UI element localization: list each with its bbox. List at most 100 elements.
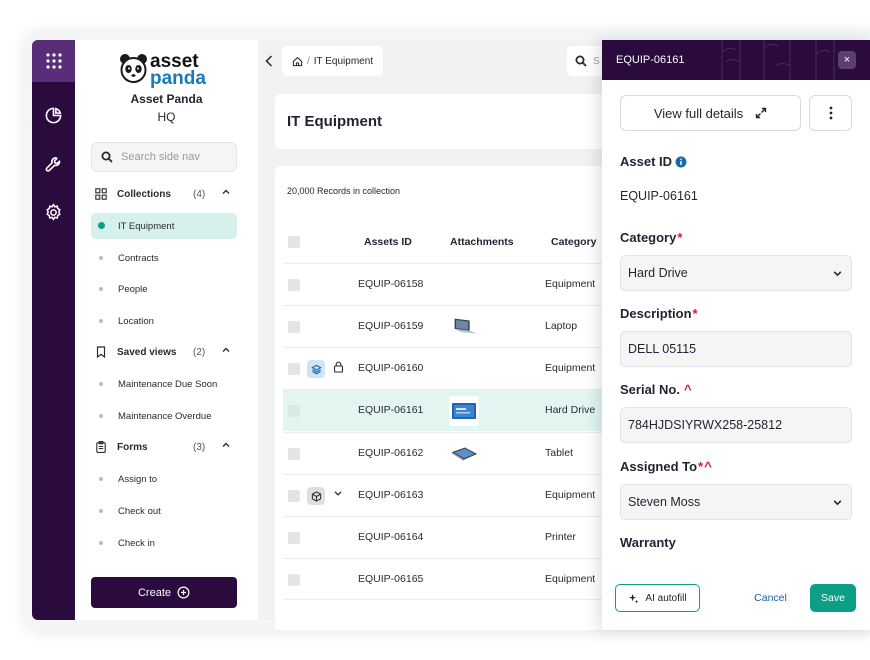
category-cell: Equipment xyxy=(545,573,596,585)
sidebar-item-assign-to[interactable]: Assign to xyxy=(91,466,237,492)
sidebar-item-location[interactable]: Location xyxy=(91,308,237,334)
assigned-to-label: Assigned To * ^ xyxy=(620,459,712,474)
row-badge[interactable] xyxy=(307,360,325,378)
sidebar-item-check-in[interactable]: Check in xyxy=(91,530,237,556)
hard-drive-image-icon xyxy=(452,403,476,419)
chevron-up-icon[interactable] xyxy=(221,345,231,355)
ai-autofill-label: AI autofill xyxy=(645,592,687,604)
chevron-up-icon[interactable] xyxy=(221,440,231,450)
category-cell: Printer xyxy=(545,531,576,543)
search-icon xyxy=(101,151,113,163)
chevron-down-icon[interactable] xyxy=(333,488,343,501)
column-header-assets-id[interactable]: Assets ID xyxy=(364,236,412,248)
side-nav-search[interactable]: Search side nav xyxy=(91,142,237,172)
breadcrumb-separator: / xyxy=(307,55,310,67)
row-badge[interactable] xyxy=(307,487,325,505)
side-nav: asset panda Asset Panda HQ Search side n… xyxy=(75,40,258,620)
layers-icon xyxy=(310,364,322,374)
description-field[interactable]: DELL 05115 xyxy=(620,331,852,367)
column-header-category[interactable]: Category xyxy=(551,236,597,248)
create-button[interactable]: Create xyxy=(91,577,237,608)
settings-button[interactable] xyxy=(43,202,63,222)
expand-icon xyxy=(755,107,767,119)
table-row[interactable]: EQUIP-06162 Tablet xyxy=(283,432,635,474)
asset-detail-drawer: EQUIP-06161 × View full details Asset ID… xyxy=(602,40,870,630)
org-location: HQ xyxy=(157,110,176,124)
select-all-checkbox[interactable] xyxy=(288,236,300,248)
serial-number-field[interactable]: 784HJDSIYRWX258-25812 xyxy=(620,407,852,443)
column-header-attachments[interactable]: Attachments xyxy=(450,236,514,248)
cancel-button[interactable]: Cancel xyxy=(748,584,793,612)
attachment-thumbnail[interactable] xyxy=(449,439,479,469)
sidebar-item-check-out[interactable]: Check out xyxy=(91,498,237,524)
close-drawer-button[interactable]: × xyxy=(838,51,856,69)
page-title-card: IT Equipment xyxy=(275,94,655,149)
asset-id-cell: EQUIP-06163 xyxy=(358,489,424,501)
page-title: IT Equipment xyxy=(287,113,382,130)
saved-views-section-header[interactable]: Saved views (2) xyxy=(95,343,241,361)
breadcrumb: / IT Equipment xyxy=(282,46,384,76)
laptop-image-icon xyxy=(454,318,478,334)
row-checkbox[interactable] xyxy=(288,532,300,544)
assigned-to-value: Steven Moss xyxy=(628,495,701,509)
info-icon[interactable] xyxy=(675,156,687,168)
app-rail xyxy=(32,40,75,620)
table-row[interactable]: EQUIP-06158 Equipment xyxy=(283,263,635,305)
save-button[interactable]: Save xyxy=(810,584,856,612)
attachment-thumbnail[interactable] xyxy=(449,396,479,426)
row-checkbox[interactable] xyxy=(288,490,300,502)
category-select[interactable]: Hard Drive xyxy=(620,255,852,291)
row-checkbox[interactable] xyxy=(288,448,300,460)
reports-button[interactable] xyxy=(43,105,63,125)
apps-grid-button[interactable] xyxy=(32,40,75,82)
chevron-up-icon[interactable] xyxy=(221,187,231,197)
row-checkbox[interactable] xyxy=(288,321,300,333)
create-button-label: Create xyxy=(137,586,172,599)
forms-section-header[interactable]: Forms (3) xyxy=(95,438,241,456)
pie-chart-icon xyxy=(45,107,61,123)
gear-icon xyxy=(45,202,61,221)
attachment-thumbnail[interactable] xyxy=(449,312,479,342)
drawer-footer: AI autofill Cancel Save xyxy=(602,572,870,630)
row-checkbox[interactable] xyxy=(288,363,300,375)
sidebar-item-people[interactable]: People xyxy=(91,276,237,302)
description-label: Description * xyxy=(620,306,698,321)
sidebar-item-it-equipment[interactable]: IT Equipment xyxy=(91,213,237,239)
description-value: DELL 05115 xyxy=(628,342,697,356)
table-row[interactable]: EQUIP-06160 Equipment xyxy=(283,347,635,389)
collections-section-header[interactable]: Collections (4) xyxy=(95,185,241,203)
table-row[interactable]: EQUIP-06159 Laptop xyxy=(283,305,635,347)
chevron-down-icon xyxy=(833,271,842,277)
more-options-button[interactable] xyxy=(809,95,852,131)
tools-button[interactable] xyxy=(43,154,63,174)
table-row[interactable]: EQUIP-06164 Printer xyxy=(283,516,635,558)
org-name: Asset Panda xyxy=(130,92,203,106)
sidebar-item-contracts[interactable]: Contracts xyxy=(91,245,237,271)
plus-circle-icon xyxy=(177,586,190,599)
forms-label: Forms xyxy=(117,441,148,453)
assets-table: 20,000 Records in collection Assets ID A… xyxy=(275,166,635,630)
row-checkbox[interactable] xyxy=(288,279,300,291)
table-row-selected[interactable]: EQUIP-06161 Hard Drive xyxy=(283,389,635,431)
box-icon xyxy=(311,490,321,502)
asset-id-cell: EQUIP-06164 xyxy=(358,531,424,543)
clipboard-icon xyxy=(96,441,106,453)
asset-id-label: Asset ID xyxy=(620,154,687,169)
sidebar-item-maintenance-overdue[interactable]: Maintenance Overdue xyxy=(91,403,237,429)
collections-count: (4) xyxy=(193,188,206,200)
assigned-to-select[interactable]: Steven Moss xyxy=(620,484,852,520)
breadcrumb-it-equipment[interactable]: IT Equipment xyxy=(314,56,373,67)
drawer-header: EQUIP-06161 × xyxy=(602,40,870,80)
asset-id-cell: EQUIP-06165 xyxy=(358,573,424,585)
collapse-nav-button[interactable] xyxy=(262,52,276,70)
forms-count: (3) xyxy=(193,441,206,453)
table-row[interactable]: EQUIP-06165 Equipment xyxy=(283,558,635,600)
row-checkbox[interactable] xyxy=(288,574,300,586)
view-full-details-button[interactable]: View full details xyxy=(620,95,801,131)
ai-autofill-button[interactable]: AI autofill xyxy=(615,584,700,612)
home-icon[interactable] xyxy=(292,56,303,67)
row-checkbox[interactable] xyxy=(288,405,300,417)
table-row[interactable]: EQUIP-06163 Equipment xyxy=(283,474,635,516)
asset-id-cell: EQUIP-06159 xyxy=(358,320,424,332)
sidebar-item-maintenance-due-soon[interactable]: Maintenance Due Soon xyxy=(91,371,237,397)
